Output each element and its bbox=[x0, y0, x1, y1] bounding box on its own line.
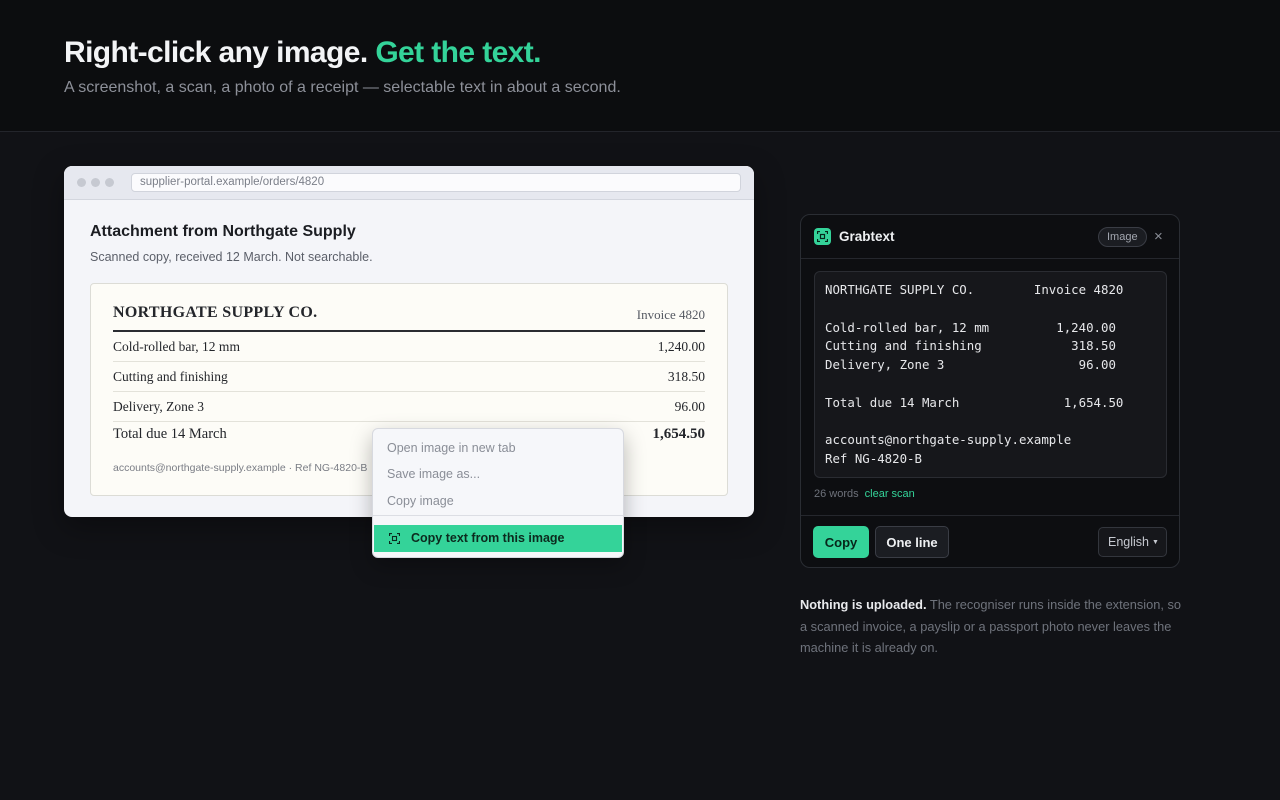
menu-item-open-image[interactable]: Open image in new tab bbox=[387, 441, 516, 455]
panel-meta: 26 words clear scan bbox=[814, 488, 915, 500]
hero-section: Right-click any image. Get the text. A s… bbox=[0, 0, 1280, 132]
language-select[interactable]: English ▼ bbox=[1098, 527, 1167, 557]
invoice-line-value: 1,240.00 bbox=[657, 339, 705, 354]
window-dot-icon bbox=[77, 178, 86, 187]
invoice-footer: accounts@northgate-supply.example · Ref … bbox=[113, 462, 368, 474]
one-line-button[interactable]: One line bbox=[875, 526, 949, 558]
ocr-result-text[interactable]: NORTHGATE SUPPLY CO. Invoice 4820 Cold-r… bbox=[814, 271, 1167, 478]
source-badge: Image bbox=[1098, 227, 1147, 247]
browser-chrome: supplier-portal.example/orders/4820 bbox=[64, 166, 754, 200]
word-count: 26 words bbox=[814, 488, 859, 500]
menu-item-copy-image[interactable]: Copy image bbox=[387, 494, 454, 508]
menu-item-save-image[interactable]: Save image as... bbox=[387, 467, 480, 481]
hero-subtitle: A screenshot, a scan, a photo of a recei… bbox=[64, 79, 621, 96]
grabtext-logo-icon bbox=[814, 228, 831, 245]
invoice-line-label: Cold-rolled bar, 12 mm bbox=[113, 339, 240, 354]
panel-footer-divider bbox=[801, 515, 1179, 516]
page-subtitle: Scanned copy, received 12 March. Not sea… bbox=[90, 250, 373, 264]
language-value: English bbox=[1108, 535, 1149, 549]
invoice-total-label: Total due 14 March bbox=[113, 426, 227, 442]
address-bar[interactable]: supplier-portal.example/orders/4820 bbox=[131, 173, 741, 192]
invoice-company: NORTHGATE SUPPLY CO. bbox=[113, 304, 318, 321]
page-title: Attachment from Northgate Supply bbox=[90, 223, 356, 240]
caret-down-icon: ▼ bbox=[1152, 539, 1159, 546]
grabtext-panel: Grabtext Image × NORTHGATE SUPPLY CO. In… bbox=[800, 214, 1180, 568]
invoice-number: Invoice 4820 bbox=[636, 307, 705, 322]
hero-title-main: Right-click any image. bbox=[64, 36, 368, 69]
close-icon[interactable]: × bbox=[1154, 228, 1163, 246]
invoice-line-label: Cutting and finishing bbox=[113, 369, 228, 384]
invoice-line: Delivery, Zone 3 96.00 bbox=[113, 392, 705, 422]
clear-scan-link[interactable]: clear scan bbox=[865, 488, 915, 500]
hero-title: Right-click any image. Get the text. bbox=[64, 36, 541, 70]
copy-button[interactable]: Copy bbox=[813, 526, 869, 558]
panel-app-name: Grabtext bbox=[839, 229, 895, 244]
invoice-line-value: 96.00 bbox=[674, 399, 705, 414]
invoice-line: Cold-rolled bar, 12 mm 1,240.00 bbox=[113, 332, 705, 362]
invoice-line-label: Delivery, Zone 3 bbox=[113, 399, 204, 414]
privacy-note-lead: Nothing is uploaded. bbox=[800, 597, 927, 612]
invoice-total-value: 1,654.50 bbox=[652, 426, 706, 442]
invoice-line: Cutting and finishing 318.50 bbox=[113, 362, 705, 392]
window-dot-icon bbox=[105, 178, 114, 187]
scan-icon bbox=[389, 533, 400, 544]
hero-title-accent: Get the text. bbox=[375, 36, 541, 69]
panel-header: Grabtext Image × bbox=[801, 215, 1179, 259]
context-menu: Open image in new tab Save image as... C… bbox=[372, 428, 624, 558]
window-dot-icon bbox=[91, 178, 100, 187]
menu-item-copy-text[interactable]: Copy text from this image bbox=[374, 525, 622, 552]
privacy-note: Nothing is uploaded. The recogniser runs… bbox=[800, 594, 1190, 659]
menu-item-copy-text-label: Copy text from this image bbox=[411, 531, 565, 545]
invoice-line-value: 318.50 bbox=[667, 369, 705, 384]
menu-separator bbox=[373, 515, 623, 516]
